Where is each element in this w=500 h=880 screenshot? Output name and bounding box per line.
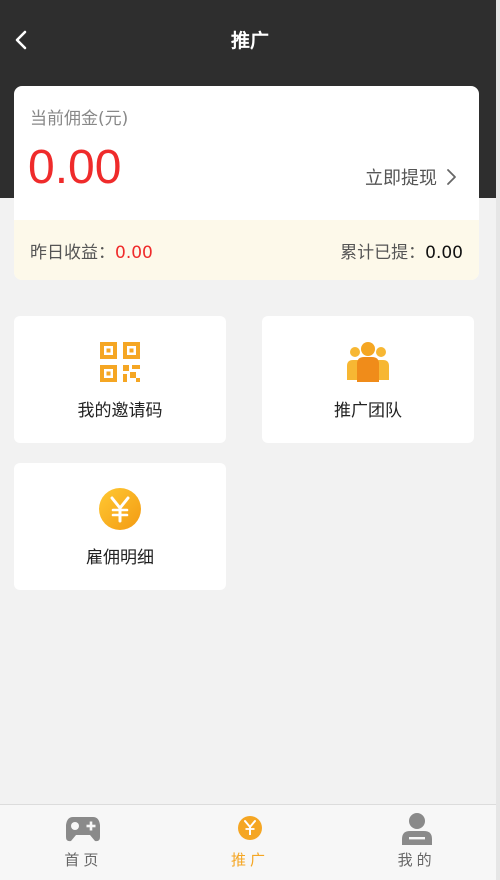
earnings-summary: 昨日收益：0.00 累计已提：0.00 <box>14 220 479 280</box>
invite-code-tile[interactable]: 我的邀请码 <box>14 316 226 443</box>
team-icon <box>347 342 389 382</box>
user-icon <box>401 813 432 845</box>
page-title: 推广 <box>230 30 269 52</box>
scrollbar-track <box>496 0 500 880</box>
yesterday-earnings: 昨日收益：0.00 <box>30 238 153 263</box>
promotion-team-tile[interactable]: 推广团队 <box>262 316 474 443</box>
yen-coin-icon <box>99 488 141 530</box>
commission-details-tile[interactable]: 雇佣明细 <box>14 463 226 590</box>
tab-home-label: 首页 <box>64 851 103 869</box>
qr-code-icon <box>100 342 140 382</box>
bottom-tab-bar: 首页 推广 我的 <box>0 804 500 880</box>
promotion-team-label: 推广团队 <box>334 401 402 421</box>
yesterday-label: 昨日收益： <box>30 242 115 263</box>
total-value: 0.00 <box>425 242 463 263</box>
commission-amount: 0.00 <box>28 141 122 194</box>
tab-home[interactable]: 首页 <box>0 805 167 880</box>
withdraw-label: 立即提现 <box>365 168 437 189</box>
tab-promote-label: 推广 <box>231 851 270 869</box>
commission-label: 当前佣金(元) <box>30 109 129 129</box>
withdraw-button[interactable]: 立即提现 <box>365 164 457 190</box>
gamepad-icon <box>66 817 101 842</box>
tab-mine[interactable]: 我的 <box>333 805 500 880</box>
invite-code-label: 我的邀请码 <box>77 401 163 421</box>
total-label: 累计已提： <box>340 242 426 263</box>
commission-details-label: 雇佣明细 <box>86 548 154 568</box>
commission-card: 当前佣金(元) 0.00 立即提现 昨日收益：0.00 累计已提：0.00 <box>14 86 479 280</box>
promote-icon <box>238 816 262 840</box>
total-withdrawn: 累计已提：0.00 <box>340 238 463 263</box>
tab-mine-label: 我的 <box>397 851 436 869</box>
chevron-right-icon <box>447 169 456 185</box>
yesterday-value: 0.00 <box>115 242 153 263</box>
tab-promote[interactable]: 推广 <box>167 805 334 880</box>
